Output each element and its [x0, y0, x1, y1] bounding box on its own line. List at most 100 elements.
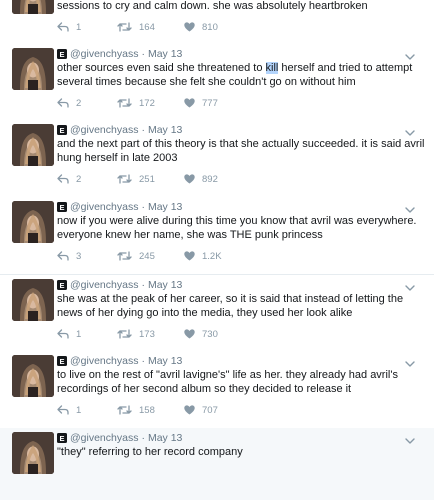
- tweet-handle[interactable]: @givenchyass: [70, 201, 138, 213]
- like-button[interactable]: 730: [184, 328, 244, 340]
- tweet-text-part: other sources even said she threatened t…: [57, 62, 266, 74]
- tweet-text-part: to live on the rest of "avril lavigne's"…: [57, 369, 398, 395]
- like-count: 730: [202, 328, 218, 340]
- retweet-icon: [117, 405, 132, 415]
- tweet[interactable]: E @givenchyass · May 13 "they" referring…: [0, 428, 434, 500]
- like-count: 707: [202, 404, 218, 416]
- tweet-text-part: she recorded those songs, having to freq…: [57, 0, 368, 12]
- avatar[interactable]: [12, 48, 54, 90]
- tweet-date[interactable]: May 13: [148, 432, 182, 444]
- retweet-button[interactable]: 173: [117, 328, 178, 340]
- e-badge-icon: E: [57, 125, 67, 135]
- tweet-header: E @givenchyass · May 13: [57, 200, 182, 214]
- reply-icon: [57, 22, 69, 32]
- tweet-date[interactable]: May 13: [148, 124, 182, 136]
- retweet-button[interactable]: 251: [117, 173, 178, 185]
- tweet-text: "they" referring to her record company: [57, 445, 427, 459]
- retweet-count: 173: [139, 328, 155, 340]
- tweet-handle[interactable]: @givenchyass: [70, 48, 138, 60]
- retweet-button[interactable]: 172: [117, 97, 178, 109]
- avatar[interactable]: [12, 0, 54, 14]
- like-button[interactable]: 777: [184, 97, 244, 109]
- reply-button[interactable]: 2: [57, 173, 111, 185]
- tweet[interactable]: E @givenchyass · May 13 and the next par…: [0, 120, 434, 198]
- tweet-date[interactable]: May 13: [148, 201, 182, 213]
- reply-button[interactable]: 1: [57, 21, 111, 33]
- chevron-down-icon[interactable]: [405, 201, 415, 213]
- chevron-down-icon[interactable]: [405, 432, 415, 444]
- tweet-text: and the next part of this theory is that…: [57, 137, 427, 165]
- chevron-down-icon[interactable]: [405, 124, 415, 136]
- e-badge-icon: E: [57, 356, 67, 366]
- heart-icon: [184, 329, 195, 339]
- tweet-actions: 1 173 730: [57, 328, 244, 340]
- separator-dot: ·: [141, 48, 145, 60]
- tweet-text-part: she was at the peak of her career, so it…: [57, 293, 404, 319]
- retweet-button[interactable]: 164: [117, 21, 178, 33]
- tweet-header: E @givenchyass · May 13: [57, 354, 182, 368]
- tweet-thread: E @givenchyass · May 13 she recorded tho…: [0, 0, 434, 500]
- e-badge-icon: E: [57, 280, 67, 290]
- e-badge-icon: E: [57, 49, 67, 59]
- tweet-handle[interactable]: @givenchyass: [70, 432, 138, 444]
- reply-icon: [57, 98, 69, 108]
- retweet-icon: [117, 22, 132, 32]
- reply-count: 1: [76, 21, 82, 33]
- tweet[interactable]: E @givenchyass · May 13 other sources ev…: [0, 44, 434, 122]
- tweet-date[interactable]: May 13: [148, 355, 182, 367]
- reply-button[interactable]: 1: [57, 328, 111, 340]
- avatar[interactable]: [12, 355, 54, 397]
- e-badge-icon: E: [57, 202, 67, 212]
- reply-icon: [57, 405, 69, 415]
- like-button[interactable]: 810: [184, 21, 244, 33]
- reply-button[interactable]: 2: [57, 97, 111, 109]
- tweet-handle[interactable]: @givenchyass: [70, 355, 138, 367]
- tweet-text: now if you were alive during this time y…: [57, 214, 427, 242]
- tweet[interactable]: E @givenchyass · May 13 to live on the r…: [0, 351, 434, 429]
- avatar[interactable]: [12, 124, 54, 166]
- separator-dot: ·: [141, 124, 145, 136]
- tweet-actions: 2 251 892: [57, 173, 244, 185]
- tweet-date[interactable]: May 13: [148, 279, 182, 291]
- reply-button[interactable]: 3: [57, 250, 111, 262]
- tweet-text-part: "they" referring to her record company: [57, 446, 243, 458]
- tweet-header: E @givenchyass · May 13: [57, 278, 182, 292]
- heart-icon: [184, 251, 195, 261]
- avatar[interactable]: [12, 432, 54, 474]
- retweet-button[interactable]: 245: [117, 250, 178, 262]
- retweet-count: 164: [139, 21, 155, 33]
- reply-button[interactable]: 1: [57, 404, 111, 416]
- separator-dot: ·: [141, 279, 145, 291]
- retweet-button[interactable]: 158: [117, 404, 178, 416]
- heart-icon: [184, 405, 195, 415]
- like-count: 777: [202, 97, 218, 109]
- tweet-handle[interactable]: @givenchyass: [70, 279, 138, 291]
- retweet-count: 251: [139, 173, 155, 185]
- reply-count: 1: [76, 404, 82, 416]
- avatar[interactable]: [12, 201, 54, 243]
- reply-count: 3: [76, 250, 82, 262]
- tweet[interactable]: E @givenchyass · May 13 she was at the p…: [0, 275, 434, 353]
- like-button[interactable]: 707: [184, 404, 244, 416]
- tweet-actions: 1 164 810: [57, 21, 244, 33]
- like-button[interactable]: 892: [184, 173, 244, 185]
- separator-dot: ·: [141, 355, 145, 367]
- chevron-down-icon[interactable]: [405, 279, 415, 291]
- heart-icon: [184, 174, 195, 184]
- tweet[interactable]: E @givenchyass · May 13 now if you were …: [0, 197, 434, 275]
- e-badge-icon: E: [57, 433, 67, 443]
- separator-dot: ·: [141, 432, 145, 444]
- tweet-date[interactable]: May 13: [148, 48, 182, 60]
- chevron-down-icon[interactable]: [405, 48, 415, 60]
- reply-count: 2: [76, 97, 82, 109]
- avatar[interactable]: [12, 279, 54, 321]
- heart-icon: [184, 98, 195, 108]
- like-button[interactable]: 1.2K: [184, 250, 244, 262]
- chevron-down-icon[interactable]: [405, 355, 415, 367]
- tweet-handle[interactable]: @givenchyass: [70, 124, 138, 136]
- tweet-actions: 2 172 777: [57, 97, 244, 109]
- tweet-header: E @givenchyass · May 13: [57, 47, 182, 61]
- tweet[interactable]: E @givenchyass · May 13 she recorded tho…: [0, 0, 434, 46]
- retweet-icon: [117, 251, 132, 261]
- tweet-header: E @givenchyass · May 13: [57, 123, 182, 137]
